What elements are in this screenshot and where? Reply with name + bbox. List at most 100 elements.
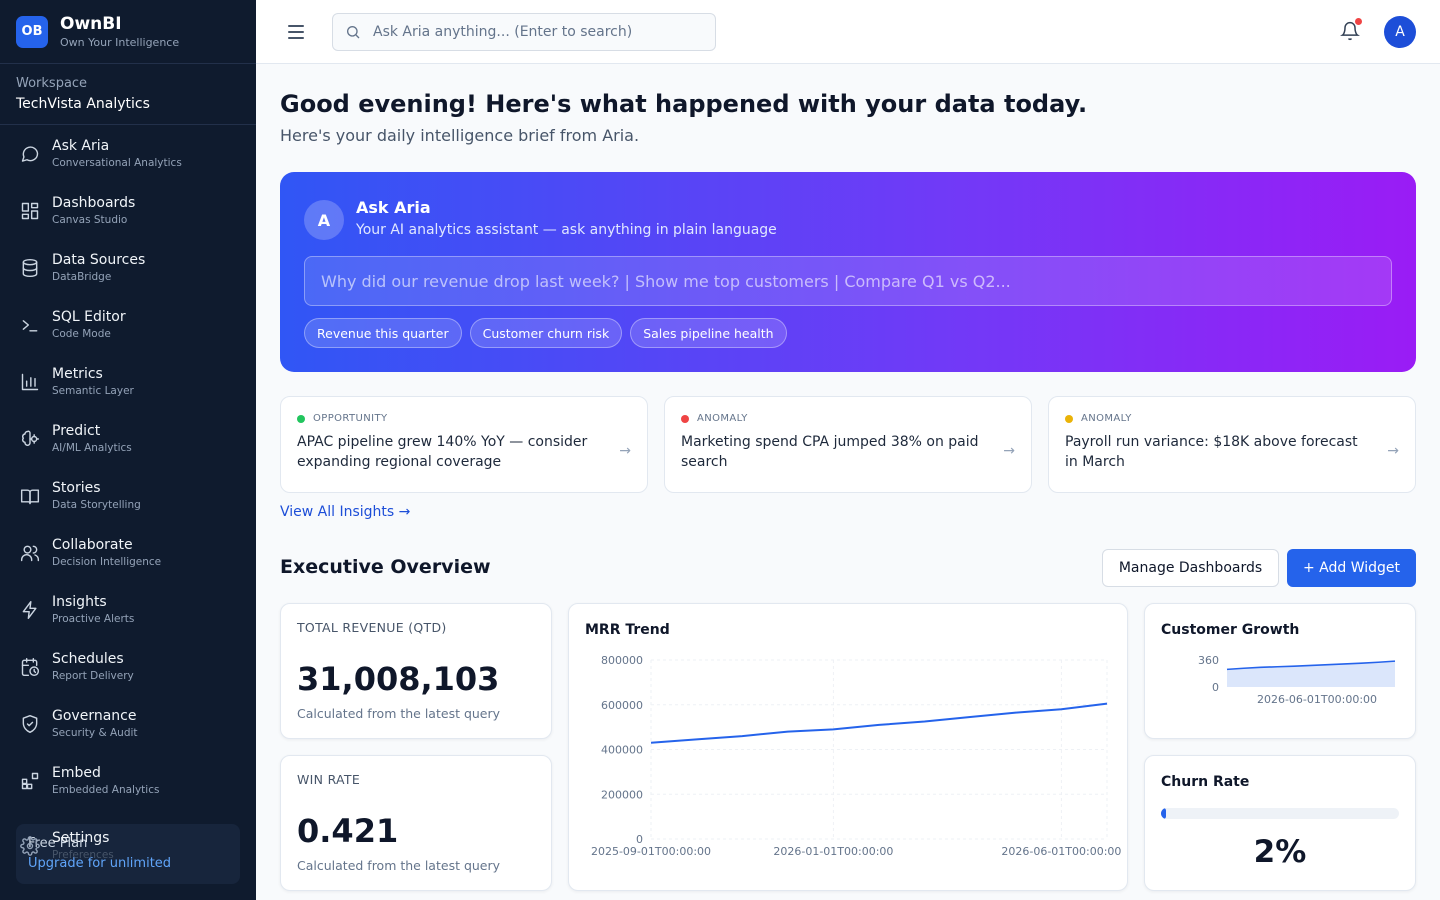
sidebar-item-stories[interactable]: Stories Data Storytelling bbox=[0, 467, 256, 524]
main-content: Good evening! Here's what happened with … bbox=[280, 64, 1416, 900]
y-tick-label: 600000 bbox=[601, 699, 643, 712]
status-dot bbox=[297, 414, 305, 423]
sidebar-item-sql-editor[interactable]: SQL Editor Code Mode bbox=[0, 296, 256, 353]
sidebar-item-settings[interactable]: Settings Preferences bbox=[20, 829, 114, 862]
kpi-card-win-rate[interactable]: WIN RATE 0.421 Calculated from the lates… bbox=[280, 755, 552, 891]
sidebar: OB OwnBI Own Your Intelligence Workspace… bbox=[0, 0, 256, 900]
sidebar-item-subtitle: Preferences bbox=[52, 849, 114, 861]
sidebar-item-schedules[interactable]: Schedules Report Delivery bbox=[0, 638, 256, 695]
aria-subtitle: Your AI analytics assistant — ask anythi… bbox=[356, 222, 777, 238]
user-avatar[interactable]: A bbox=[1384, 16, 1416, 48]
notification-badge bbox=[1355, 18, 1362, 25]
churn-title: Churn Rate bbox=[1161, 774, 1250, 790]
customer-growth-card[interactable]: Customer Growth 0 360 2026-06-01T00:00:00 bbox=[1144, 603, 1416, 739]
sidebar-item-collaborate[interactable]: Collaborate Decision Intelligence bbox=[0, 524, 256, 581]
insight-card[interactable]: OPPORTUNITY APAC pipeline grew 140% YoY … bbox=[280, 396, 648, 493]
sidebar-item-subtitle: AI/ML Analytics bbox=[52, 442, 132, 454]
y-tick-label: 800000 bbox=[601, 654, 643, 667]
sidebar-nav: Ask Aria Conversational Analytics Dashboa… bbox=[0, 125, 256, 809]
y-tick-label: 400000 bbox=[601, 744, 643, 757]
aria-avatar: A bbox=[304, 200, 344, 240]
sidebar-item-subtitle: DataBridge bbox=[52, 271, 112, 283]
insight-cards: OPPORTUNITY APAC pipeline grew 140% YoY … bbox=[280, 396, 1416, 493]
suggestion-chips: Revenue this quarter Customer churn risk… bbox=[304, 318, 787, 348]
sidebar-item-title: Ask Aria bbox=[52, 138, 110, 154]
sidebar-item-governance[interactable]: Governance Security & Audit bbox=[0, 695, 256, 752]
page-subtitle: Here's your daily intelligence brief fro… bbox=[280, 126, 640, 145]
suggestion-chip[interactable]: Customer churn risk bbox=[469, 318, 623, 348]
churn-rate-card[interactable]: Churn Rate 2% bbox=[1144, 755, 1416, 891]
page-title: Good evening! Here's what happened with … bbox=[280, 90, 1088, 118]
brand: OB OwnBI Own Your Intelligence bbox=[0, 0, 256, 64]
arrow-right-icon: → bbox=[1387, 443, 1399, 459]
kpi-label: WIN RATE bbox=[297, 772, 361, 787]
kpi-label: TOTAL REVENUE (QTD) bbox=[297, 620, 447, 635]
workspace-label: Workspace bbox=[16, 76, 88, 91]
aria-question-input[interactable] bbox=[304, 256, 1392, 306]
sidebar-item-insights[interactable]: Insights Proactive Alerts bbox=[0, 581, 256, 638]
terminal-icon bbox=[20, 315, 40, 335]
sidebar-item-title: Collaborate bbox=[52, 537, 133, 553]
churn-value: 2% bbox=[1253, 834, 1307, 870]
view-all-insights-link[interactable]: View All Insights → bbox=[280, 504, 410, 520]
add-widget-button[interactable]: + Add Widget bbox=[1287, 549, 1416, 587]
sidebar-item-title: Embed bbox=[52, 765, 101, 781]
brand-tagline: Own Your Intelligence bbox=[60, 36, 180, 49]
sidebar-item-subtitle: Canvas Studio bbox=[52, 214, 128, 226]
sidebar-item-subtitle: Decision Intelligence bbox=[52, 556, 162, 568]
database-icon bbox=[20, 258, 40, 278]
sidebar-item-ask-aria[interactable]: Ask Aria Conversational Analytics bbox=[0, 125, 256, 182]
manage-dashboards-button[interactable]: Manage Dashboards bbox=[1102, 549, 1279, 587]
sidebar-item-subtitle: Code Mode bbox=[52, 328, 111, 340]
mrr-trend-card[interactable]: MRR Trend 0 200000 400000 600000 800000 2025-… bbox=[568, 603, 1128, 891]
insight-tag: ANOMALY bbox=[1081, 413, 1132, 424]
sidebar-item-dashboards[interactable]: Dashboards Canvas Studio bbox=[0, 182, 256, 239]
y-tick-label: 200000 bbox=[601, 788, 643, 801]
notifications-bell-icon[interactable] bbox=[1340, 18, 1362, 44]
x-tick-label: 2025-09-01T00:00:00 bbox=[591, 845, 711, 858]
churn-progress-fill bbox=[1161, 808, 1167, 819]
sidebar-item-metrics[interactable]: Metrics Semantic Layer bbox=[0, 353, 256, 410]
customer-growth-chart: 0 360 2026-06-01T00:00:00 bbox=[1198, 654, 1396, 706]
grid-icon bbox=[20, 201, 40, 221]
sidebar-item-predict[interactable]: Predict AI/ML Analytics bbox=[0, 410, 256, 467]
sidebar-item-title: Schedules bbox=[52, 651, 124, 667]
y-tick-label: 360 bbox=[1198, 654, 1219, 667]
x-tick-label: 2026-01-01T00:00:00 bbox=[773, 845, 893, 858]
search-input[interactable] bbox=[373, 24, 693, 40]
sidebar-item-title: Metrics bbox=[52, 366, 103, 382]
sidebar-item-title: Predict bbox=[52, 423, 101, 439]
workspace-selector[interactable]: Workspace TechVista Analytics bbox=[0, 64, 256, 125]
suggestion-chip[interactable]: Revenue this quarter bbox=[304, 318, 462, 348]
sidebar-item-subtitle: Report Delivery bbox=[52, 670, 134, 682]
insight-text: APAC pipeline grew 140% YoY — consider e… bbox=[297, 434, 588, 470]
sidebar-item-data-sources[interactable]: Data Sources DataBridge bbox=[0, 239, 256, 296]
sidebar-item-embed[interactable]: Embed Embedded Analytics bbox=[0, 752, 256, 809]
suggestion-chip[interactable]: Sales pipeline health bbox=[630, 318, 787, 348]
embed-blocks-icon bbox=[20, 771, 40, 791]
sidebar-item-subtitle: Proactive Alerts bbox=[52, 613, 135, 625]
sidebar-item-title: SQL Editor bbox=[52, 309, 126, 325]
sidebar-item-title: Stories bbox=[52, 480, 101, 496]
status-dot bbox=[1065, 414, 1073, 423]
aria-title: Ask Aria bbox=[356, 198, 431, 217]
section-title: Executive Overview bbox=[280, 556, 491, 578]
insight-card[interactable]: ANOMALY Payroll run variance: $18K above… bbox=[1048, 396, 1416, 493]
kpi-value: 0.421 bbox=[297, 812, 399, 850]
sidebar-item-title: Governance bbox=[52, 708, 137, 724]
global-search[interactable] bbox=[332, 13, 716, 51]
sidebar-item-subtitle: Data Storytelling bbox=[52, 499, 141, 511]
hamburger-menu-icon[interactable] bbox=[288, 20, 308, 44]
ask-aria-panel: A Ask Aria Your AI analytics assistant —… bbox=[280, 172, 1416, 372]
insight-text: Marketing spend CPA jumped 38% on paid s… bbox=[681, 434, 979, 470]
sidebar-item-title: Data Sources bbox=[52, 252, 146, 268]
insight-card[interactable]: ANOMALY Marketing spend CPA jumped 38% o… bbox=[664, 396, 1032, 493]
sidebar-item-subtitle: Conversational Analytics bbox=[52, 157, 182, 169]
brand-logo[interactable]: OB bbox=[16, 15, 48, 48]
status-dot bbox=[681, 414, 689, 423]
kpi-card-revenue[interactable]: TOTAL REVENUE (QTD) 31,008,103 Calculate… bbox=[280, 603, 552, 739]
x-tick-label: 2026-06-01T00:00:00 bbox=[1001, 845, 1121, 858]
users-icon bbox=[20, 543, 40, 563]
sidebar-item-title: Dashboards bbox=[52, 195, 136, 211]
sidebar-item-title: Insights bbox=[52, 594, 107, 610]
